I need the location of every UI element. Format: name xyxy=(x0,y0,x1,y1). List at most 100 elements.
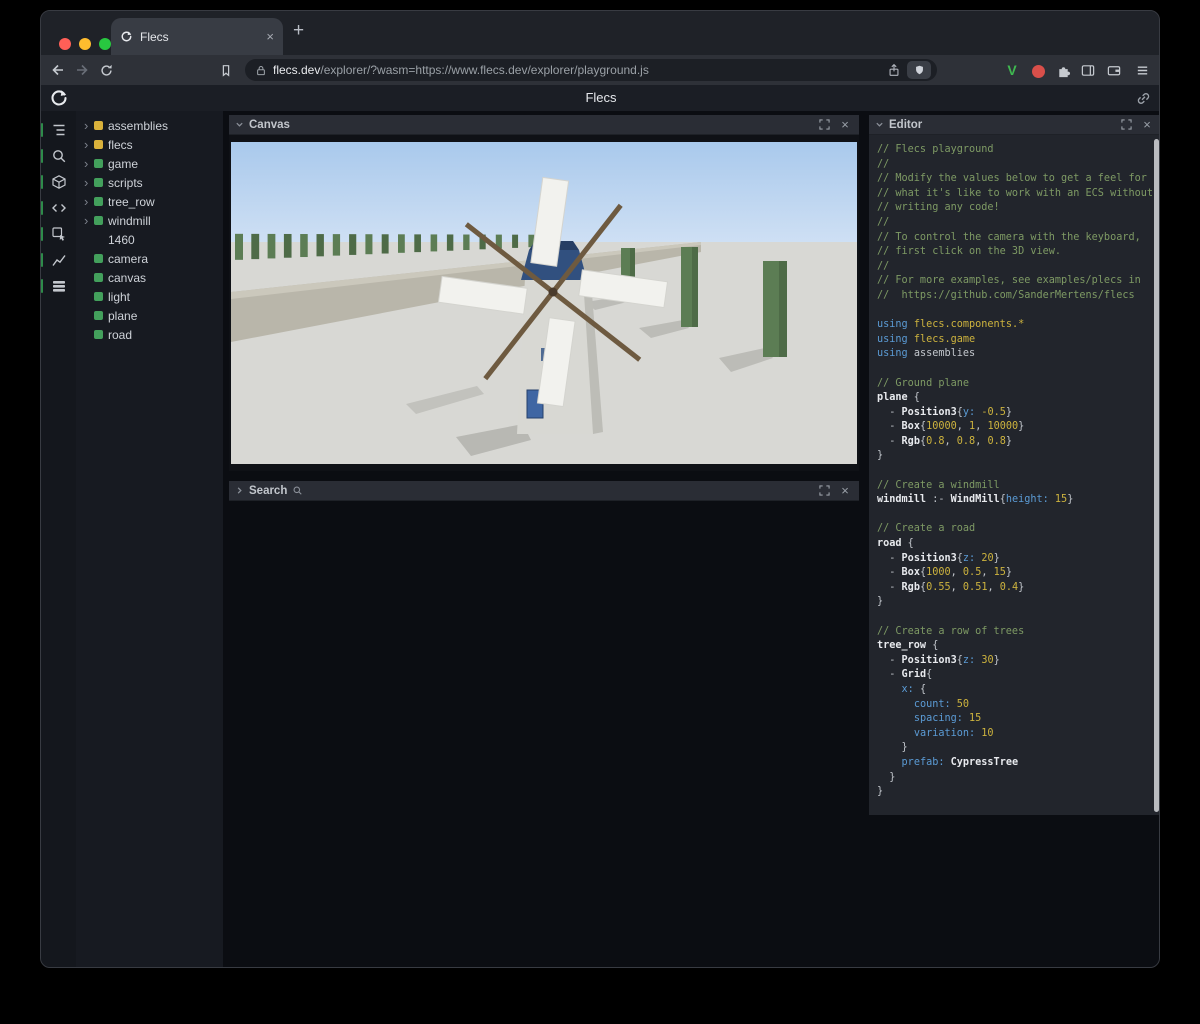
code-line: using flecs.game xyxy=(877,333,976,345)
extensions-puzzle-icon[interactable] xyxy=(1054,61,1072,79)
code-line: prefab: CypressTree xyxy=(901,756,1019,768)
fullscreen-icon[interactable] xyxy=(816,117,832,133)
fullscreen-icon[interactable] xyxy=(816,483,832,499)
tab-close-icon[interactable]: × xyxy=(266,30,274,43)
traffic-light-maximize[interactable] xyxy=(99,38,111,50)
expand-arrow-icon[interactable]: › xyxy=(84,173,94,192)
share-icon[interactable] xyxy=(887,63,901,78)
code-line: } xyxy=(877,742,908,754)
url-bar[interactable]: flecs.dev/explorer/?wasm=https://www.fle… xyxy=(245,59,937,81)
traffic-light-close[interactable] xyxy=(59,38,71,50)
link-icon[interactable] xyxy=(1135,90,1151,106)
tree-item-windmill[interactable]: › windmill xyxy=(76,211,223,230)
code-line: // what it's like to work with an ECS wi… xyxy=(877,187,1154,199)
tree-item-label: camera xyxy=(108,251,149,266)
entity-color-dot xyxy=(94,197,103,206)
code-line: // Create a windmill xyxy=(877,479,1000,491)
editor-code[interactable]: // Flecs playground // // Modify the value… xyxy=(869,135,1159,814)
chevron-down-icon[interactable] xyxy=(235,120,244,129)
tree-item-label: flecs xyxy=(108,137,133,152)
close-panel-icon[interactable]: × xyxy=(837,483,853,499)
v-extension-icon[interactable]: V xyxy=(1003,61,1021,79)
tab-title: Flecs xyxy=(140,29,169,44)
wallet-icon[interactable] xyxy=(1105,61,1123,79)
tree-item-camera[interactable]: camera xyxy=(76,249,223,268)
tree-item-light[interactable]: light xyxy=(76,287,223,306)
traffic-light-minimize[interactable] xyxy=(79,38,91,50)
expand-arrow-icon[interactable]: › xyxy=(84,116,94,135)
entity-color-dot xyxy=(94,216,103,225)
code-line: // For more examples, see examples/plecs… xyxy=(877,275,1141,287)
tree-item-1460[interactable]: 1460 xyxy=(76,230,223,249)
search-icon[interactable] xyxy=(41,143,76,169)
tree-item-canvas[interactable]: canvas xyxy=(76,268,223,287)
editor-panel-header: Editor × xyxy=(869,115,1159,135)
bookmark-icon[interactable] xyxy=(218,62,234,78)
entities-icon[interactable] xyxy=(41,169,76,195)
canvas-panel-header: Canvas × xyxy=(229,115,859,135)
menu-icon[interactable] xyxy=(1133,61,1151,79)
code-icon[interactable] xyxy=(41,195,76,221)
editor-scrollbar[interactable] xyxy=(1154,139,1159,812)
tree-item-label: scripts xyxy=(108,175,143,190)
browser-tab[interactable]: Flecs × xyxy=(111,18,283,55)
tree-item-tree_row[interactable]: › tree_row xyxy=(76,192,223,211)
lock-icon xyxy=(255,64,267,77)
app-title: Flecs xyxy=(585,90,617,105)
red-extension-icon[interactable] xyxy=(1029,61,1047,79)
new-tab-button[interactable]: + xyxy=(293,20,304,42)
reload-icon[interactable] xyxy=(98,62,114,78)
tree-item-assemblies[interactable]: › assemblies xyxy=(76,116,223,135)
canvas-panel: Canvas × xyxy=(229,115,859,471)
tree-item-scripts[interactable]: › scripts xyxy=(76,173,223,192)
code-line: windmill :- WindMill{height: 15} xyxy=(877,494,1074,506)
back-icon[interactable] xyxy=(50,62,66,78)
code-line: // Create a road xyxy=(877,523,976,535)
fullscreen-icon[interactable] xyxy=(1118,117,1134,133)
inspector-icon[interactable] xyxy=(41,221,76,247)
code-line: // xyxy=(877,158,890,170)
search-panel-header: Search × xyxy=(229,481,859,501)
expand-arrow-icon[interactable]: › xyxy=(84,154,94,173)
stats-icon[interactable] xyxy=(41,247,76,273)
tab-favicon-flecs-logo-icon xyxy=(120,30,133,43)
tree-icon[interactable] xyxy=(41,117,76,143)
code-line: // https://github.com/SanderMertens/flec… xyxy=(877,289,1135,301)
tree-item-label: 1460 xyxy=(108,232,135,247)
code-line: } xyxy=(877,596,884,608)
tree-item-game[interactable]: › game xyxy=(76,154,223,173)
tree-item-flecs[interactable]: › flecs xyxy=(76,135,223,154)
entity-tree: › assemblies › flecs › game › scripts › tree_row ›… xyxy=(76,111,223,967)
tree-item-label: plane xyxy=(108,308,138,323)
canvas-3d-scene[interactable] xyxy=(231,141,857,464)
code-line: } xyxy=(877,450,884,462)
brave-shield-icon[interactable] xyxy=(907,61,931,79)
forward-icon[interactable] xyxy=(74,62,90,78)
url-path: /explorer/?wasm=https://www.flecs.dev/ex… xyxy=(320,63,649,77)
close-panel-icon[interactable]: × xyxy=(837,117,853,133)
editor-panel-title: Editor xyxy=(889,118,923,131)
memory-icon[interactable] xyxy=(41,273,76,299)
entity-color-dot xyxy=(94,311,103,320)
expand-arrow-icon[interactable]: › xyxy=(84,192,94,211)
entity-color-dot xyxy=(94,178,103,187)
sidebar-toggle-icon[interactable] xyxy=(1079,61,1097,79)
entity-color-dot xyxy=(94,254,103,263)
code-line: // Create a row of trees xyxy=(877,625,1025,637)
code-line: - Rgb{0.8, 0.8, 0.8} xyxy=(877,435,1013,447)
tree-item-plane[interactable]: plane xyxy=(76,306,223,325)
close-panel-icon[interactable]: × xyxy=(1139,117,1155,133)
code-line: spacing: 15 xyxy=(913,713,982,725)
chevron-down-icon[interactable] xyxy=(875,120,884,129)
code-line: } xyxy=(877,771,896,783)
tree-item-road[interactable]: road xyxy=(76,325,223,344)
code-line: // xyxy=(877,216,890,228)
tree-item-label: light xyxy=(108,289,131,304)
chevron-right-icon[interactable] xyxy=(235,486,244,495)
code-line: // xyxy=(877,260,890,272)
expand-arrow-icon[interactable]: › xyxy=(84,211,94,230)
expand-arrow-icon[interactable]: › xyxy=(84,135,94,154)
code-line: - Rgb{0.55, 0.51, 0.4} xyxy=(877,581,1025,593)
